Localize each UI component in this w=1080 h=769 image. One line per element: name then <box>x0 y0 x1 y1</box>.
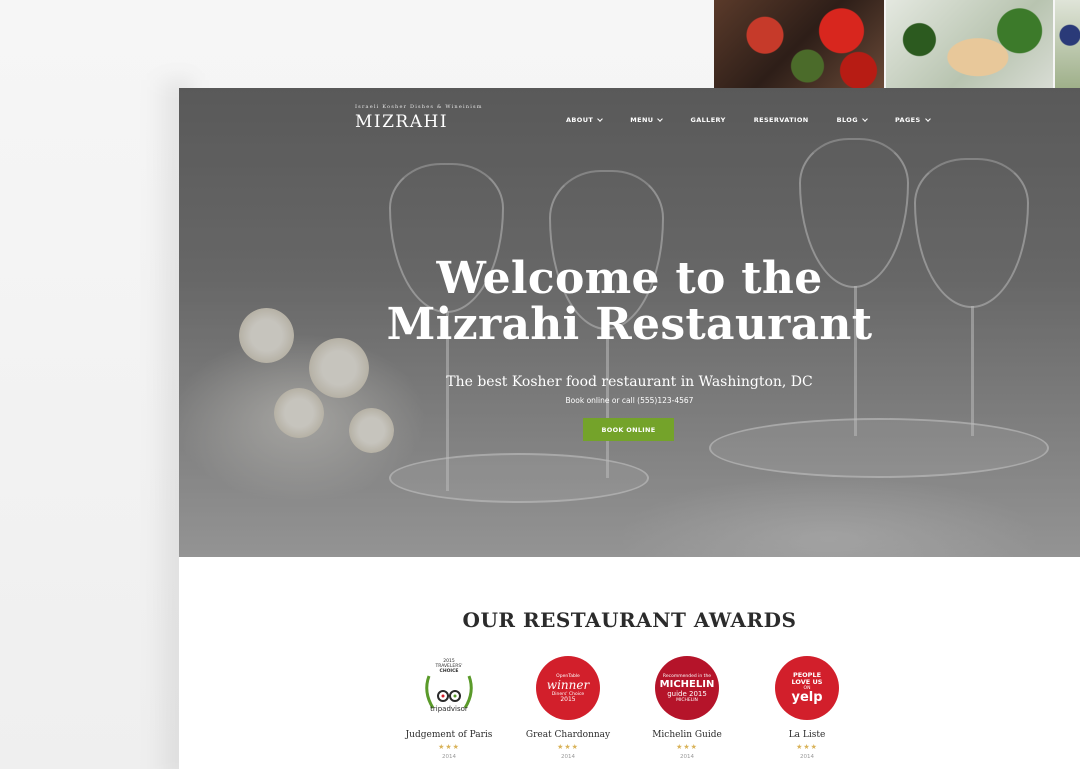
award-stars: ★★★ <box>796 744 818 751</box>
award-item: Recommended in the MICHELIN guide 2015 M… <box>627 656 747 760</box>
badge-line4: tripadvisor <box>430 705 468 713</box>
food-thumbnail-fish-dish <box>886 0 1053 88</box>
badge-line3: guide 2015 <box>667 689 707 698</box>
nav-label: ABOUT <box>566 116 594 124</box>
award-stars: ★★★ <box>438 744 460 751</box>
award-year: 2014 <box>442 754 456 760</box>
main-nav: ABOUT MENU GALLERY RESERVATION BLOG PAGE… <box>566 115 958 124</box>
award-name: Michelin Guide <box>652 730 722 740</box>
award-year: 2014 <box>680 754 694 760</box>
award-year: 2014 <box>800 754 814 760</box>
chevron-down-icon <box>657 115 664 122</box>
nav-label: PAGES <box>894 116 921 124</box>
food-thumbnail-partial <box>1055 0 1080 88</box>
nav-item-reservation[interactable]: RESERVATION <box>754 116 809 124</box>
award-stars: ★★★ <box>676 744 698 751</box>
yelp-badge-icon: PEOPLE LOVE US ON yelp <box>775 656 839 720</box>
award-year: 2014 <box>561 754 575 760</box>
nav-item-pages[interactable]: PAGES <box>894 115 931 124</box>
badge-line4: 2015 <box>560 696 576 703</box>
award-stars: ★★★ <box>557 744 579 751</box>
nav-item-blog[interactable]: BLOG <box>836 115 868 124</box>
logo-name: MIZRAHI <box>355 112 449 132</box>
award-name: La Liste <box>788 730 826 740</box>
site-logo[interactable]: Israeli Kosher Dishes & Wineinism MIZRAH… <box>355 104 495 132</box>
nav-item-gallery[interactable]: GALLERY <box>690 116 725 124</box>
hero-title-line1: Welcome to the <box>436 253 823 304</box>
hero-title-line2: Mizrahi Restaurant <box>386 299 873 350</box>
award-name: Judgement of Paris <box>405 730 493 740</box>
badge-line3: CHOICE <box>439 669 459 674</box>
badge-line2: MICHELIN <box>659 678 715 690</box>
badge-line4: yelp <box>791 689 823 705</box>
opentable-badge-icon: OpenTable winner Diners' Choice 2015 <box>536 656 600 720</box>
website-mockup: Israeli Kosher Dishes & Wineinism MIZRAH… <box>179 88 1080 769</box>
nav-label: MENU <box>630 116 654 124</box>
hero-call-text: Book online or call (555)123-4567 <box>565 396 694 405</box>
award-item: 2015 TRAVELERS' CHOICE tripadvisor Judge… <box>389 656 509 760</box>
chevron-down-icon <box>862 115 868 122</box>
food-thumbnail-vegetables <box>714 0 884 88</box>
chevron-down-icon <box>597 115 604 122</box>
hero-section: Israeli Kosher Dishes & Wineinism MIZRAH… <box>179 88 1080 557</box>
nav-label: BLOG <box>836 116 858 124</box>
awards-title: OUR RESTAURANT AWARDS <box>462 608 797 632</box>
nav-item-menu[interactable]: MENU <box>630 115 664 124</box>
nav-label: GALLERY <box>690 116 726 124</box>
hero-subtitle: The best Kosher food restaurant in Washi… <box>446 374 813 390</box>
logo-tagline: Israeli Kosher Dishes & Wineinism <box>355 104 483 110</box>
hero-title: Welcome to the Mizrahi Restaurant <box>179 256 1080 348</box>
badge-line2: winner <box>546 678 590 692</box>
badge-line2: LOVE US <box>791 677 823 686</box>
badge-line4: MICHELIN <box>676 697 698 703</box>
award-name: Great Chardonnay <box>525 730 611 740</box>
tripadvisor-badge-text: 2015 TRAVELERS' CHOICE tripadvisor <box>389 659 509 713</box>
book-online-button[interactable]: BOOK ONLINE <box>583 418 674 441</box>
michelin-badge-icon: Recommended in the MICHELIN guide 2015 M… <box>655 656 719 720</box>
award-item: OpenTable winner Diners' Choice 2015 Gre… <box>508 656 628 760</box>
nav-label: RESERVATION <box>753 116 809 124</box>
nav-item-about[interactable]: ABOUT <box>566 115 604 124</box>
award-item: PEOPLE LOVE US ON yelp La Liste ★★★ 2014 <box>747 656 867 760</box>
chevron-down-icon <box>924 115 931 122</box>
